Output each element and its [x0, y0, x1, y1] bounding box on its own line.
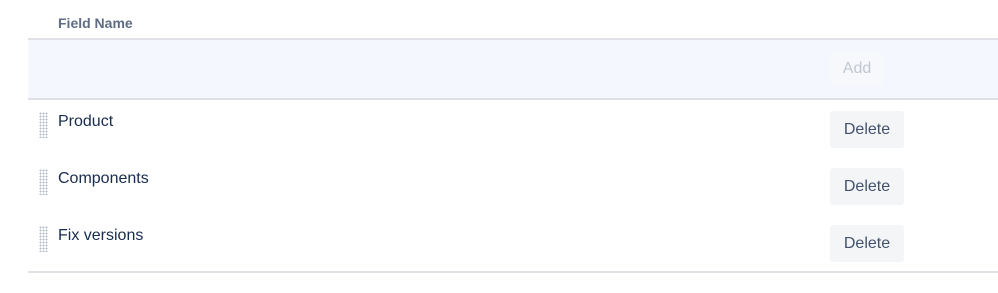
add-button[interactable]: Add [830, 52, 884, 86]
field-name-column-header: Field Name [58, 15, 133, 31]
fields-table: Field Name Add Product Delete Components… [28, 0, 998, 273]
delete-button[interactable]: Delete [830, 111, 904, 148]
delete-button[interactable]: Delete [830, 225, 904, 262]
drag-handle-icon[interactable] [39, 112, 48, 138]
drag-handle-icon[interactable] [39, 226, 48, 252]
add-field-row: Add [28, 40, 998, 100]
drag-handle-icon[interactable] [39, 169, 48, 195]
row-label-components: Components [58, 170, 149, 187]
row-label-fix-versions: Fix versions [58, 227, 144, 244]
delete-button[interactable]: Delete [830, 168, 904, 205]
table-bottom-divider [28, 271, 998, 273]
row-label-product: Product [58, 113, 114, 130]
table-row: Product Delete [28, 100, 998, 157]
table-row: Components Delete [28, 157, 998, 214]
table-header: Field Name [28, 0, 998, 40]
table-row: Fix versions Delete [28, 214, 998, 271]
